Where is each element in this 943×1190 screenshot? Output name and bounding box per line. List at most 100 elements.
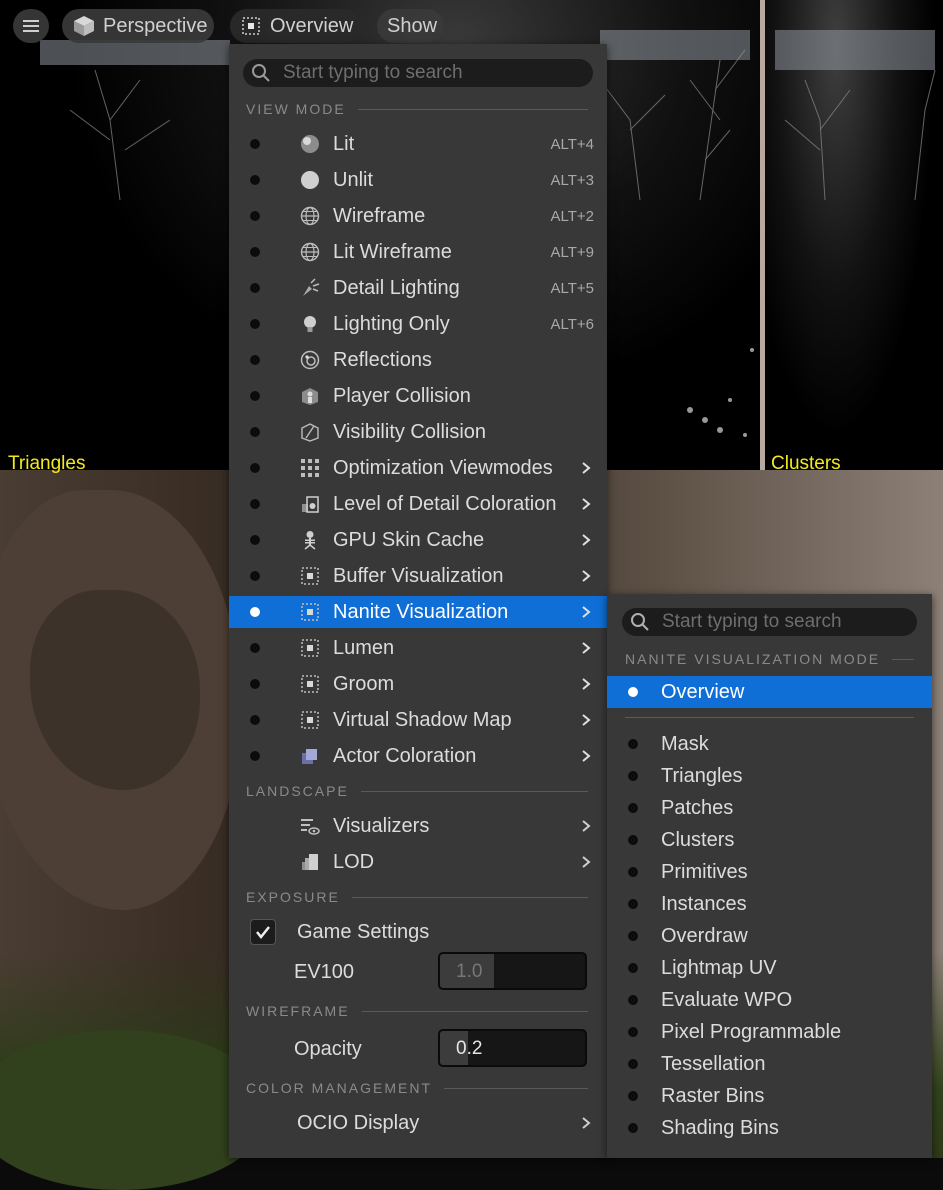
submenu-item-raster-bins[interactable]: Raster Bins (607, 1080, 932, 1112)
submenu-item-shading-bins[interactable]: Shading Bins (607, 1112, 932, 1144)
search-input[interactable] (660, 610, 894, 634)
menu-item-buffer-visualization[interactable]: Buffer Visualization (229, 560, 607, 592)
menu-item-actor-coloration[interactable]: Actor Coloration (229, 740, 607, 772)
section-label: WIREFRAME (246, 1003, 350, 1019)
submenu-item-clusters[interactable]: Clusters (607, 824, 932, 856)
submenu-item-mask[interactable]: Mask (607, 728, 932, 760)
keyboard-shortcut: ALT+9 (550, 243, 595, 261)
wireframe-globe-icon (300, 206, 320, 226)
submenu-item-patches[interactable]: Patches (607, 792, 932, 824)
radio-dot (250, 751, 260, 761)
radio-dot (628, 771, 638, 781)
view-mode-menu: VIEW MODE Lit ALT+4 Unlit ALT+3 Wireframe ALT… (229, 44, 607, 1158)
ev100-field[interactable]: 1.0 (438, 952, 587, 990)
section-label: EXPOSURE (246, 889, 340, 905)
dotted-square-icon (300, 674, 320, 694)
menu-item-lighting-only[interactable]: Lighting Only ALT+6 (229, 308, 607, 340)
menu-item-label: Lighting Only (333, 312, 450, 335)
menu-item-lumen[interactable]: Lumen (229, 632, 607, 664)
section-label: NANITE VISUALIZATION MODE (625, 651, 881, 667)
chevron-right-icon (582, 642, 591, 654)
menu-item-label: Clusters (661, 828, 735, 851)
menu-item-gpu-skin-cache[interactable]: GPU Skin Cache (229, 524, 607, 556)
menu-item-player-collision[interactable]: Player Collision (229, 380, 607, 412)
submenu-item-evaluate-wpo[interactable]: Evaluate WPO (607, 984, 932, 1016)
menu-item-detail-lighting[interactable]: Detail Lighting ALT+5 (229, 272, 607, 304)
radio-dot (250, 679, 260, 689)
opacity-field[interactable]: 0.2 (438, 1029, 587, 1067)
menu-item-level-of-detail-coloration[interactable]: Level of Detail Coloration (229, 488, 607, 520)
chevron-right-icon (582, 534, 591, 546)
menu-item-lit-wireframe[interactable]: Lit Wireframe ALT+9 (229, 236, 607, 268)
menu-item-optimization-viewmodes[interactable]: Optimization Viewmodes (229, 452, 607, 484)
menu-item-label: OCIO Display (297, 1111, 420, 1134)
view-mode-button[interactable]: Overview (230, 9, 362, 43)
radio-dot (250, 499, 260, 509)
perspective-button[interactable]: Perspective (62, 9, 214, 43)
hamburger-menu-button[interactable] (13, 9, 49, 43)
section-exposure: EXPOSURE (246, 889, 588, 905)
submenu-item-primitives[interactable]: Primitives (607, 856, 932, 888)
menu-item-groom[interactable]: Groom (229, 668, 607, 700)
menu-item-lod[interactable]: LOD (229, 846, 607, 878)
radio-dot (628, 931, 638, 941)
radio-dot (628, 899, 638, 909)
submenu-item-triangles[interactable]: Triangles (607, 760, 932, 792)
menu-item-virtual-shadow-map[interactable]: Virtual Shadow Map (229, 704, 607, 736)
lod-icon (300, 852, 320, 872)
chevron-right-icon (582, 498, 591, 510)
radio-dot (628, 803, 638, 813)
menu-item-label: Raster Bins (661, 1084, 765, 1107)
menu-item-label: Mask (661, 732, 709, 755)
submenu-item-pixel-programmable[interactable]: Pixel Programmable (607, 1016, 932, 1048)
menu-item-label: Tessellation (661, 1052, 766, 1075)
perspective-label: Perspective (103, 14, 208, 37)
checkmark-icon (256, 926, 270, 940)
lightbulb-icon (300, 314, 320, 334)
show-button[interactable]: Show (377, 9, 444, 43)
dotted-square-icon (300, 710, 320, 730)
chevron-right-icon (582, 678, 591, 690)
hamburger-icon (23, 20, 39, 32)
ev100-label: EV100 (294, 960, 355, 983)
radio-dot (250, 355, 260, 365)
chevron-right-icon (582, 856, 591, 868)
chevron-right-icon (582, 462, 591, 474)
search-input[interactable] (281, 61, 559, 85)
radio-dot (628, 963, 638, 973)
radio-dot (250, 571, 260, 581)
game-settings-checkbox[interactable] (250, 919, 276, 945)
radio-dot (628, 739, 638, 749)
menu-item-visualizers[interactable]: Visualizers (229, 810, 607, 842)
radio-dot (250, 211, 260, 221)
section-label: LANDSCAPE (246, 783, 349, 799)
menu-item-nanite-visualization[interactable]: Nanite Visualization (229, 596, 607, 628)
dotted-square-icon (300, 638, 320, 658)
submenu-item-overview[interactable]: Overview (607, 676, 932, 708)
dotted-square-icon (300, 602, 320, 622)
radio-dot (628, 1027, 638, 1037)
section-color-management: COLOR MANAGEMENT (246, 1080, 588, 1096)
menu-item-label: Actor Coloration (333, 744, 477, 767)
submenu-item-lightmap-uv[interactable]: Lightmap UV (607, 952, 932, 984)
submenu-item-instances[interactable]: Instances (607, 888, 932, 920)
submenu-item-tessellation[interactable]: Tessellation (607, 1048, 932, 1080)
menu-item-reflections[interactable]: Reflections (229, 344, 607, 376)
menu-item-visibility-collision[interactable]: Visibility Collision (229, 416, 607, 448)
menu-item-label: Optimization Viewmodes (333, 456, 553, 479)
menu-item-label: GPU Skin Cache (333, 528, 485, 551)
menu-item-label: LOD (333, 850, 375, 873)
submenu-search[interactable] (622, 608, 917, 636)
menu-search[interactable] (243, 59, 593, 87)
opacity-label: Opacity (294, 1037, 362, 1060)
skeleton-icon (300, 530, 320, 550)
viewport-top-right[interactable] (765, 0, 943, 470)
menu-item-ocio-display[interactable]: OCIO Display (229, 1107, 607, 1139)
section-label: VIEW MODE (246, 101, 346, 117)
menu-item-wireframe[interactable]: Wireframe ALT+2 (229, 200, 607, 232)
viewport-label-left: Triangles (8, 453, 86, 474)
radio-dot (628, 1123, 638, 1133)
menu-item-lit[interactable]: Lit ALT+4 (229, 128, 607, 160)
menu-item-unlit[interactable]: Unlit ALT+3 (229, 164, 607, 196)
submenu-item-overdraw[interactable]: Overdraw (607, 920, 932, 952)
